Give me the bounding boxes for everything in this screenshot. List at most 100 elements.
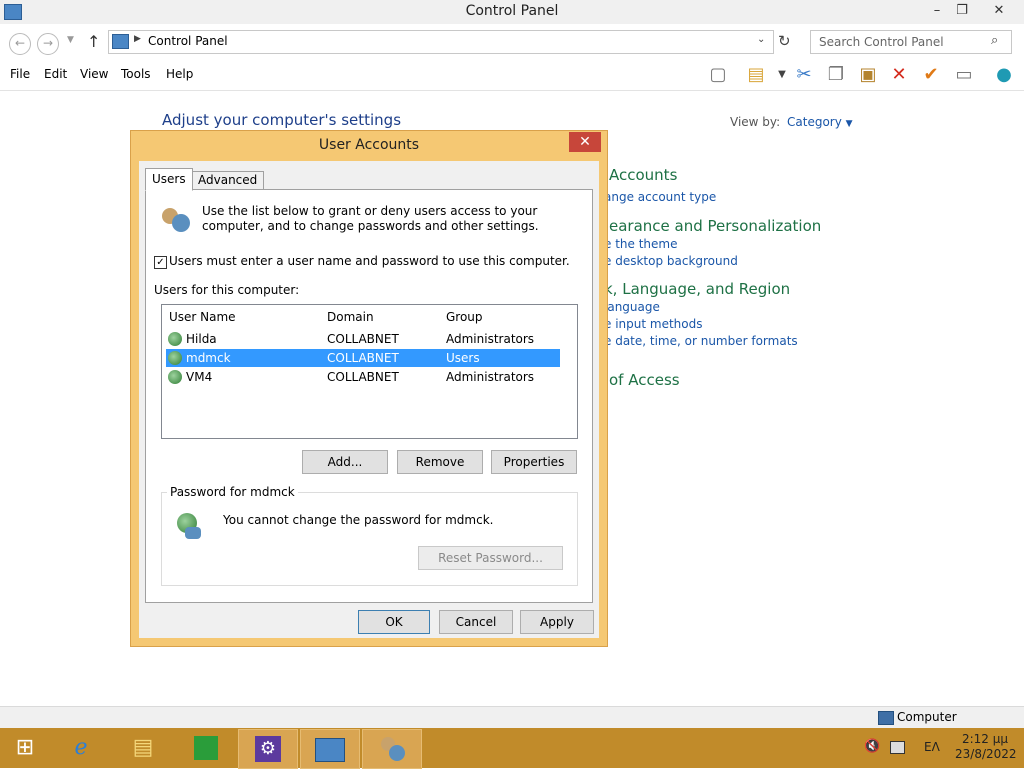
maximize-button[interactable]: ❐ [947,0,977,22]
users-list[interactable]: User Name Domain Group Hilda COLLABNET A… [161,304,578,439]
menu-toolbar: File Edit View Tools Help ▢ ▤ ▼ ✂ ❐ ▣ ✕ … [0,60,1024,91]
category-user-accounts[interactable]: Accounts [609,166,677,184]
properties-icon[interactable]: ▭ [952,63,976,87]
recent-pages-icon[interactable]: ▼ [67,35,74,45]
user-group: Administrators [446,332,535,346]
user-domain: COLLABNET [327,332,399,346]
network-icon[interactable] [890,741,905,754]
menu-view[interactable]: View [80,67,108,81]
globe-icon[interactable]: ● [992,63,1016,87]
cut-icon[interactable]: ✂ [792,63,816,87]
category-clock-language-region[interactable]: k, Language, and Region [604,280,790,298]
user-domain: COLLABNET [327,370,399,384]
store-icon[interactable] [176,729,234,767]
dialog-body: Users Advanced Use the list below to gra… [139,161,599,638]
properties-button[interactable]: Properties [491,450,577,474]
close-window-button[interactable]: ✕ [984,0,1014,22]
category-appearance[interactable]: earance and Personalization [609,217,821,235]
password-message: You cannot change the password for mdmck… [223,513,494,527]
link-add-language[interactable]: language [604,300,660,314]
view-by-dropdown[interactable]: Category ▼ [787,115,853,129]
start-windows-icon[interactable]: ⊞ [0,729,50,767]
folder-options-icon[interactable]: ▤ [744,63,768,87]
category-ease-of-access[interactable]: of Access [609,371,680,389]
speaker-muted-icon[interactable]: 🔇 [864,739,880,754]
search-icon[interactable]: ⌕ [991,33,998,48]
settings-gear-icon[interactable]: ⚙ [238,729,298,769]
status-computer: Computer [897,710,957,724]
search-input[interactable]: Search Control Panel ⌕ [810,30,1012,54]
checkmark-icon[interactable]: ✔ [919,63,943,87]
computer-icon [878,711,894,725]
users-icon [162,204,192,234]
users-list-label: Users for this computer: [154,283,300,297]
breadcrumb-control-panel[interactable]: Control Panel [148,34,228,48]
must-login-checkbox[interactable]: ✓ [154,256,167,269]
column-header-group[interactable]: Group [446,310,483,324]
user-group: Users [446,351,480,365]
control-panel-taskbar-icon[interactable] [300,729,360,769]
user-accounts-dialog: User Accounts ✕ Users Advanced Use the l… [130,130,608,647]
must-login-label: Users must enter a user name and passwor… [169,254,570,268]
menu-tools[interactable]: Tools [121,67,151,81]
column-header-domain[interactable]: Domain [327,310,374,324]
table-row-selected[interactable]: mdmck COLLABNET Users [166,349,560,367]
reset-password-button[interactable]: Reset Password... [418,546,563,570]
back-button[interactable]: ← [9,33,31,55]
window-title: Control Panel [465,3,559,19]
cancel-button[interactable]: Cancel [439,610,513,634]
layout-icon[interactable]: ▢ [706,63,730,87]
folder-options-dropdown-icon[interactable]: ▼ [770,63,794,87]
clock[interactable]: 2:12 μμ 23/8/2022 [955,732,1017,762]
tab-advanced[interactable]: Advanced [191,171,265,190]
delete-icon[interactable]: ✕ [887,63,911,87]
address-bar[interactable]: ▶ Control Panel ⌄ [108,30,774,54]
apply-button[interactable]: Apply [520,610,594,634]
user-accounts-taskbar-icon[interactable] [362,729,422,769]
tab-users[interactable]: Users [145,168,193,191]
link-input-methods[interactable]: e input methods [604,317,702,331]
dialog-close-button[interactable]: ✕ [569,132,601,152]
user-group: Administrators [446,370,535,384]
table-row[interactable]: Hilda COLLABNET Administrators [166,330,560,348]
forward-button[interactable]: → [37,33,59,55]
user-domain: COLLABNET [327,351,399,365]
clock-date: 23/8/2022 [955,747,1017,761]
up-arrow-icon[interactable]: ↑ [87,32,100,51]
ok-button[interactable]: OK [358,610,430,634]
link-change-account-type[interactable]: ange account type [604,190,716,204]
control-panel-icon [112,34,129,49]
link-desktop-background[interactable]: e desktop background [604,254,738,268]
menu-edit[interactable]: Edit [44,67,67,81]
refresh-icon[interactable]: ↻ [778,32,791,50]
breadcrumb-arrow-icon[interactable]: ▶ [134,34,141,44]
user-icon [168,351,182,365]
file-explorer-icon[interactable]: ▤ [114,729,172,767]
status-bar: Computer [0,706,1024,729]
window-titlebar: Control Panel – ❐ ✕ [0,0,1024,24]
column-header-user-name[interactable]: User Name [169,310,236,324]
chevron-down-icon: ▼ [845,119,853,129]
table-row[interactable]: VM4 COLLABNET Administrators [166,368,560,386]
address-dropdown-icon[interactable]: ⌄ [757,34,765,45]
link-date-time-formats[interactable]: e date, time, or number formats [604,334,798,348]
user-name: VM4 [186,370,213,384]
copy-icon[interactable]: ❐ [824,63,848,87]
user-password-icon [175,511,203,541]
user-icon [168,332,182,346]
menu-file[interactable]: File [10,67,30,81]
password-groupbox [161,492,578,586]
menu-help[interactable]: Help [166,67,193,81]
internet-explorer-icon[interactable]: ℯ [52,729,110,767]
link-change-theme[interactable]: e the theme [604,237,677,251]
intro-text: Use the list below to grant or deny user… [202,204,539,233]
add-user-button[interactable]: Add... [302,450,388,474]
page-heading: Adjust your computer's settings [162,111,402,129]
taskbar: ⊞ ℯ ▤ ⚙ 🔇 ΕΛ 2:12 μμ 23/8/2022 [0,728,1024,769]
input-language-indicator[interactable]: ΕΛ [924,740,940,754]
remove-user-button[interactable]: Remove [397,450,483,474]
password-group-label: Password for mdmck [167,485,298,499]
paste-icon[interactable]: ▣ [856,63,880,87]
address-row: ← → ▼ ↑ ▶ Control Panel ⌄ ↻ Search Contr… [0,24,1024,64]
user-icon [168,370,182,384]
